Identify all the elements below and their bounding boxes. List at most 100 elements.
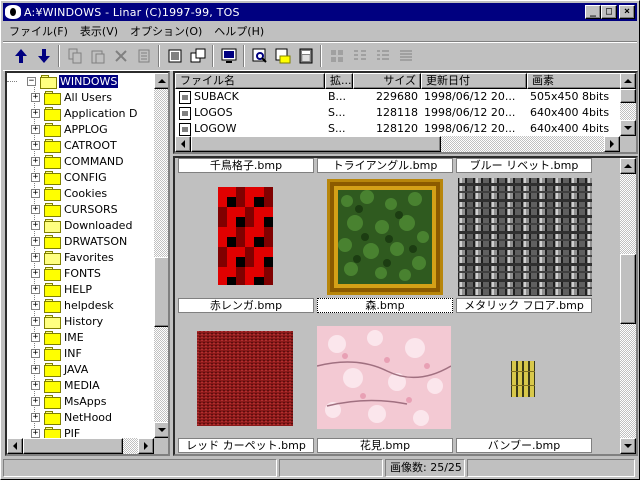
- open-folder-button[interactable]: [271, 45, 294, 67]
- file-list[interactable]: ファイル名 拡... サイズ 更新日付 画素 SUBACK B... 229680 1…: [173, 71, 638, 154]
- column-header-size[interactable]: サイズ: [353, 73, 421, 89]
- expand-toggle[interactable]: +: [31, 268, 40, 278]
- tree-item[interactable]: + DRWATSON: [31, 233, 128, 249]
- list-scroll-thumb[interactable]: [620, 89, 636, 103]
- tree-horizontal-scrollbar[interactable]: [7, 438, 154, 454]
- calculator-button[interactable]: [294, 45, 317, 67]
- small-icons-button[interactable]: [348, 45, 371, 67]
- column-header-pixels[interactable]: 画素: [527, 73, 622, 89]
- gallery-scroll-down-button[interactable]: [620, 438, 636, 454]
- column-header-ext[interactable]: 拡...: [325, 73, 353, 89]
- list-scroll-left-button[interactable]: [175, 136, 191, 152]
- expand-toggle[interactable]: +: [31, 332, 40, 342]
- tree-root-row[interactable]: − WINDOWS: [7, 73, 119, 89]
- expand-toggle[interactable]: +: [31, 92, 40, 102]
- column-header-name[interactable]: ファイル名: [175, 73, 325, 89]
- list-horizontal-scrollbar[interactable]: [175, 136, 620, 152]
- delete-button[interactable]: [109, 45, 132, 67]
- find-button[interactable]: [248, 45, 271, 67]
- thumbnail-red-carpet[interactable]: レッド カーペット.bmp: [178, 316, 314, 454]
- tree-vertical-scrollbar[interactable]: [154, 73, 168, 438]
- tree-item[interactable]: + Application D: [31, 105, 138, 121]
- tree-item[interactable]: + MsApps: [31, 393, 107, 409]
- list-scroll-right-button[interactable]: [604, 136, 620, 152]
- tree-item[interactable]: + HELP: [31, 281, 93, 297]
- paste-button[interactable]: [86, 45, 109, 67]
- tree-scroll-down-button[interactable]: [154, 422, 168, 438]
- expand-toggle[interactable]: +: [31, 348, 40, 358]
- column-header-date[interactable]: 更新日付: [421, 73, 527, 89]
- expand-toggle[interactable]: +: [31, 156, 40, 166]
- menu-view[interactable]: 表示(V): [74, 23, 124, 39]
- expand-toggle[interactable]: +: [31, 412, 40, 422]
- expand-toggle[interactable]: +: [31, 300, 40, 310]
- expand-toggle[interactable]: +: [31, 172, 40, 182]
- tree-scroll-up-button[interactable]: [154, 73, 168, 89]
- maximize-button[interactable]: □: [601, 5, 617, 19]
- folder-tree[interactable]: − WINDOWS + All Users + Application D + APPLO…: [5, 71, 170, 456]
- expand-toggle[interactable]: +: [31, 380, 40, 390]
- thumbnail-gallery[interactable]: 千鳥格子.bmp トライアングル.bmp ブルー リベット.bmp 赤レンガ.b…: [173, 156, 638, 456]
- expand-toggle[interactable]: +: [31, 204, 40, 214]
- view-button[interactable]: [217, 45, 240, 67]
- tree-item[interactable]: + helpdesk: [31, 297, 115, 313]
- gallery-scroll-thumb[interactable]: [620, 254, 636, 324]
- tree-item[interactable]: + History: [31, 313, 104, 329]
- expand-toggle[interactable]: +: [31, 140, 40, 150]
- tree-item[interactable]: + COMMAND: [31, 153, 125, 169]
- expand-toggle[interactable]: +: [31, 108, 40, 118]
- tree-item[interactable]: + MEDIA: [31, 377, 101, 393]
- thumbnail-caption[interactable]: トライアングル.bmp: [317, 158, 453, 173]
- tree-item[interactable]: + CONFIG: [31, 169, 108, 185]
- thumbnail-forest[interactable]: 森.bmp: [317, 176, 453, 316]
- new-window-button[interactable]: [186, 45, 209, 67]
- expand-toggle[interactable]: +: [31, 220, 40, 230]
- tree-item[interactable]: + All Users: [31, 89, 113, 105]
- file-row[interactable]: LOGOW S... 128120 1998/06/12 20... 640x400 4…: [175, 121, 622, 137]
- expand-toggle[interactable]: +: [31, 396, 40, 406]
- tree-item[interactable]: + FONTS: [31, 265, 102, 281]
- list-scroll-down-button[interactable]: [620, 120, 636, 136]
- tree-item[interactable]: + Favorites: [31, 249, 115, 265]
- tree-scroll-left-button[interactable]: [7, 438, 23, 454]
- thumbnail-hanami[interactable]: 花見.bmp: [317, 316, 453, 454]
- close-button[interactable]: ×: [619, 5, 635, 19]
- expand-toggle[interactable]: +: [31, 124, 40, 134]
- copy-button[interactable]: [63, 45, 86, 67]
- tree-item[interactable]: + Cookies: [31, 185, 108, 201]
- details-view-button[interactable]: [394, 45, 417, 67]
- thumbnail-bamboo[interactable]: バンブー.bmp: [456, 316, 592, 454]
- minimize-button[interactable]: _: [585, 5, 601, 19]
- tree-item[interactable]: + CURSORS: [31, 201, 119, 217]
- list-view-button[interactable]: [371, 45, 394, 67]
- collapse-toggle[interactable]: −: [27, 76, 36, 86]
- file-row[interactable]: LOGOS S... 128118 1998/06/12 20... 640x400 4…: [175, 105, 622, 121]
- list-scroll-up-button[interactable]: [620, 73, 636, 89]
- gallery-vertical-scrollbar[interactable]: [620, 158, 636, 454]
- up-button[interactable]: [9, 45, 32, 67]
- tree-item[interactable]: + INF: [31, 345, 83, 361]
- menu-help[interactable]: ヘルプ(H): [208, 23, 270, 39]
- expand-toggle[interactable]: +: [31, 428, 40, 438]
- tree-item[interactable]: + CATROOT: [31, 137, 118, 153]
- expand-toggle[interactable]: +: [31, 316, 40, 326]
- title-bar[interactable]: A:¥WINDOWS - Linar (C)1997-99, TOS _ □ ×: [3, 3, 637, 21]
- list-hscroll-thumb[interactable]: [191, 136, 441, 152]
- tree-item[interactable]: + Downloaded: [31, 217, 133, 233]
- expand-toggle[interactable]: +: [31, 284, 40, 294]
- tree-item[interactable]: + APPLOG: [31, 121, 109, 137]
- thumbnail-caption[interactable]: ブルー リベット.bmp: [456, 158, 592, 173]
- menu-options[interactable]: オプション(O): [124, 23, 208, 39]
- menu-file[interactable]: ファイル(F): [3, 23, 74, 39]
- properties-button[interactable]: [132, 45, 155, 67]
- tree-item[interactable]: + NetHood: [31, 409, 113, 425]
- expand-toggle[interactable]: +: [31, 252, 40, 262]
- eye-app-icon[interactable]: [5, 5, 21, 19]
- tree-scroll-thumb[interactable]: [154, 257, 168, 327]
- tree-item[interactable]: + IME: [31, 329, 85, 345]
- tree-scroll-right-button[interactable]: [138, 438, 154, 454]
- expand-toggle[interactable]: +: [31, 188, 40, 198]
- expand-toggle[interactable]: +: [31, 236, 40, 246]
- thumbnail-caption[interactable]: 千鳥格子.bmp: [178, 158, 314, 173]
- thumbnail-metallic-floor[interactable]: メタリック フロア.bmp: [456, 176, 592, 316]
